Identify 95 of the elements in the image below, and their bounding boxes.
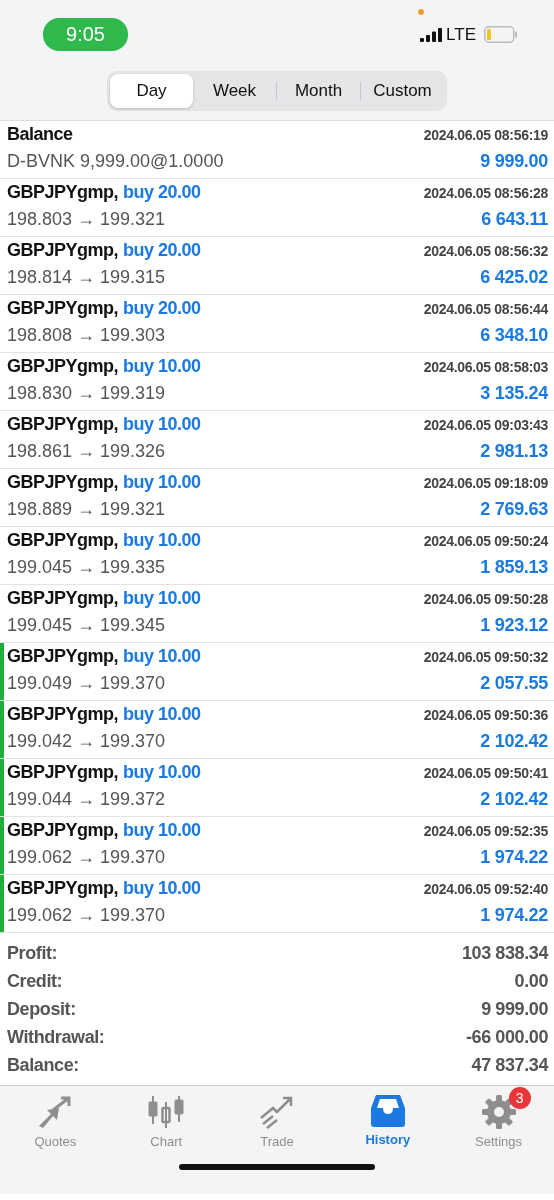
deal-action: buy 10.00 <box>123 530 201 551</box>
signal-icon <box>420 27 443 42</box>
deal-prices: 199.045 → 199.335 <box>7 557 166 578</box>
battery-icon <box>484 26 518 43</box>
deal-time: 2024.06.05 09:18:09 <box>423 475 548 491</box>
deal-time: 2024.06.05 08:58:03 <box>423 359 548 375</box>
deal-prices: 198.803 → 199.321 <box>7 209 166 230</box>
deal-action: buy 10.00 <box>123 414 201 435</box>
deal-time: 2024.06.05 09:52:35 <box>423 823 548 839</box>
deal-prices: 199.062 → 199.370 <box>7 905 166 926</box>
deal-prices: 199.062 → 199.370 <box>7 847 166 868</box>
period-tab[interactable]: Week <box>193 74 276 108</box>
period-tab[interactable]: Day <box>110 74 193 108</box>
deal-action: buy 20.00 <box>123 182 201 203</box>
summary-label: Deposit: <box>7 998 76 1020</box>
candlestick-icon <box>146 1094 187 1130</box>
deal-symbol: GBPJPYgmp, <box>7 414 119 435</box>
deal-time: 2024.06.05 09:52:40 <box>423 881 548 897</box>
notification-badge: 3 <box>508 1087 531 1109</box>
deal-comment: D-BVNK 9,999.00@1.0000 <box>7 151 224 172</box>
deal-action: buy 10.00 <box>123 356 201 377</box>
deal-symbol: GBPJPYgmp, <box>7 878 119 899</box>
deal-time: 2024.06.05 08:56:19 <box>423 127 548 143</box>
deal-action: buy 10.00 <box>123 646 201 667</box>
deal-symbol: GBPJPYgmp, <box>7 240 119 261</box>
deal-action: buy 10.00 <box>123 820 201 841</box>
deal-profit: 9 999.00 <box>480 151 548 172</box>
deal-action: buy 10.00 <box>123 878 201 899</box>
deal-prices: 199.049 → 199.370 <box>7 673 166 694</box>
summary-label: Profit: <box>7 942 58 964</box>
deal-time: 2024.06.05 08:56:32 <box>423 243 548 259</box>
deal-symbol: GBPJPYgmp, <box>7 588 119 609</box>
summary-value: 0.00 <box>514 970 548 992</box>
deal-action: buy 20.00 <box>123 298 201 319</box>
network-label: LTE <box>446 24 476 45</box>
deal-profit: 1 859.13 <box>480 557 548 578</box>
deal-prices: 199.045 → 199.345 <box>7 615 166 636</box>
deal-prices: 198.814 → 199.315 <box>7 267 166 288</box>
deal-profit: 2 057.55 <box>480 673 548 694</box>
deal-profit: 2 102.42 <box>480 731 548 752</box>
deal-action: buy 10.00 <box>123 762 201 783</box>
deal-time: 2024.06.05 09:50:36 <box>423 707 548 723</box>
deal-symbol: GBPJPYgmp, <box>7 762 119 783</box>
settings-icon <box>480 1094 517 1130</box>
deal-symbol: GBPJPYgmp, <box>7 182 119 203</box>
privacy-dot <box>418 8 425 15</box>
deal-prices: 198.830 → 199.319 <box>7 383 166 404</box>
deal-time: 2024.06.05 09:03:43 <box>423 417 548 433</box>
deal-time: 2024.06.05 09:50:28 <box>423 591 548 607</box>
deal-symbol: GBPJPYgmp, <box>7 298 119 319</box>
tray-icon <box>369 1094 406 1128</box>
deal-action: buy 10.00 <box>123 704 201 725</box>
summary-label: Withdrawal: <box>7 1026 105 1048</box>
period-tab[interactable]: Custom <box>361 74 444 108</box>
deal-row[interactable]: GBPJPYgmp, buy 10.00 2024.06.05 09:52:40 199.062 → 199.370 1 974.22 <box>0 875 554 933</box>
deal-symbol: GBPJPYgmp, <box>7 356 119 377</box>
deal-symbol: GBPJPYgmp, <box>7 704 119 725</box>
deal-title: Balance <box>7 124 73 145</box>
deal-time: 2024.06.05 09:50:32 <box>423 649 548 665</box>
deal-prices: 198.889 → 199.321 <box>7 499 166 520</box>
deal-profit: 6 348.10 <box>480 325 548 346</box>
summary-value: 47 837.34 <box>471 1054 548 1076</box>
deal-time: 2024.06.05 08:56:28 <box>423 185 548 201</box>
summary-value: 103 838.34 <box>461 942 548 964</box>
deal-profit: 2 102.42 <box>480 789 548 810</box>
deal-time: 2024.06.05 08:56:44 <box>423 301 548 317</box>
status-time: 9:05 <box>43 18 128 51</box>
deal-symbol: GBPJPYgmp, <box>7 646 119 667</box>
deal-profit: 3 135.24 <box>480 383 548 404</box>
deal-profit: 2 769.63 <box>480 499 548 520</box>
deal-prices: 198.808 → 199.303 <box>7 325 166 346</box>
deal-symbol: GBPJPYgmp, <box>7 472 119 493</box>
deal-profit: 1 923.12 <box>480 615 548 636</box>
deal-symbol: GBPJPYgmp, <box>7 820 119 841</box>
deal-action: buy 10.00 <box>123 588 201 609</box>
deal-symbol: GBPJPYgmp, <box>7 530 119 551</box>
deal-action: buy 10.00 <box>123 472 201 493</box>
deal-time: 2024.06.05 09:50:41 <box>423 765 548 781</box>
deal-profit: 1 974.22 <box>480 847 548 868</box>
deal-profit: 1 974.22 <box>480 905 548 926</box>
deal-profit: 6 643.11 <box>481 209 548 230</box>
deal-profit: 2 981.13 <box>480 441 548 462</box>
tab-bar-item[interactable]: History <box>337 1086 438 1156</box>
deal-time: 2024.06.05 09:50:24 <box>423 533 548 549</box>
period-tab[interactable]: Month <box>277 74 360 108</box>
summary-label: Balance: <box>7 1054 79 1076</box>
summary-value: 9 999.00 <box>481 998 548 1020</box>
tab-bar-item[interactable]: 3 Settings <box>448 1086 549 1156</box>
deal-profit: 6 425.02 <box>480 267 548 288</box>
deal-prices: 198.861 → 199.326 <box>7 441 166 462</box>
deal-prices: 199.042 → 199.370 <box>7 731 166 752</box>
deal-prices: 199.044 → 199.372 <box>7 789 166 810</box>
deal-action: buy 20.00 <box>123 240 201 261</box>
summary-label: Credit: <box>7 970 63 992</box>
summary-value: -66 000.00 <box>465 1026 548 1048</box>
